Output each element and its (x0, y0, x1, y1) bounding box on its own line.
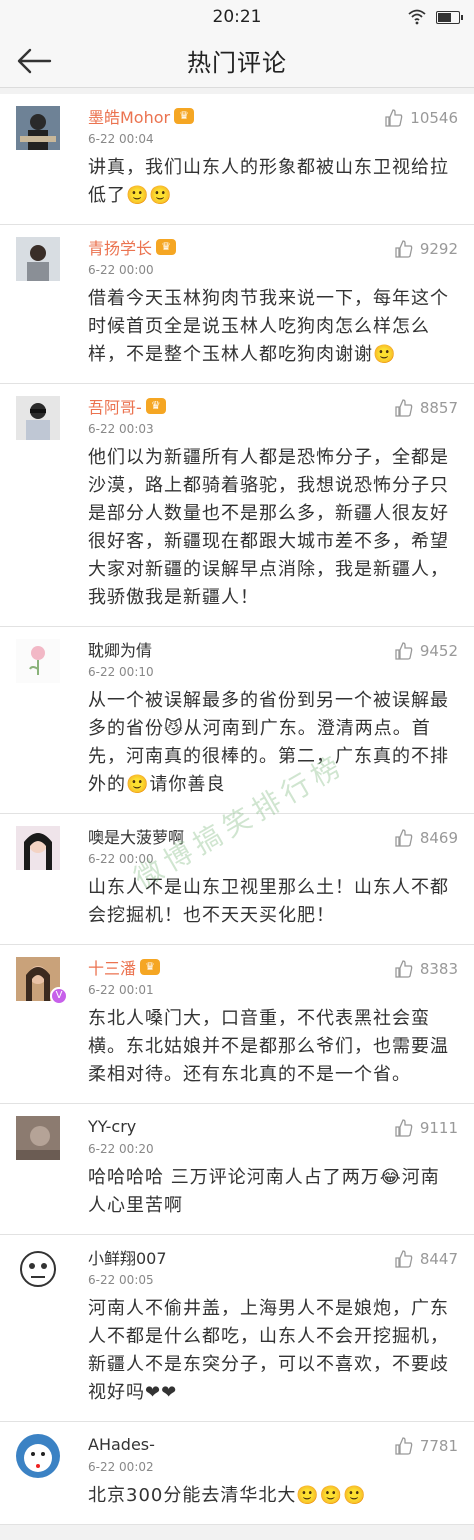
thumbs-up-icon (395, 399, 413, 417)
user-name[interactable]: AHades- (88, 1435, 155, 1454)
comment-item: 吾阿哥- ♛ 8857 6-22 00:03 他们以为新疆所有人都是恐怖分子，全都… (0, 384, 474, 627)
like-button[interactable]: 8447 (394, 1249, 458, 1269)
user-name[interactable]: 噢是大菠萝啊 (88, 824, 184, 848)
like-count: 8857 (419, 399, 458, 417)
like-count: 8469 (419, 829, 458, 847)
comment-text: 山东人不是山东卫视里那么土！山东人不都会挖掘机！也不天天买化肥！ (88, 877, 449, 926)
user-name[interactable]: YY-cry (88, 1117, 136, 1136)
thumbs-up-icon (395, 642, 413, 660)
battery-level (438, 12, 452, 22)
avatar[interactable] (16, 106, 60, 150)
comment-time: 6-22 00:00 (88, 852, 154, 866)
avatar[interactable] (16, 396, 60, 440)
avatar[interactable] (16, 1434, 60, 1478)
comment-text: 北京300分能去清华北大🙂🙂🙂 (88, 1485, 367, 1506)
like-count: 10546 (410, 109, 458, 127)
comment-time: 6-22 00:20 (88, 1142, 154, 1156)
like-count: 9111 (419, 1119, 458, 1137)
status-icons (408, 9, 463, 25)
user-name[interactable]: 墨皓Mohor (88, 104, 170, 128)
avatar[interactable] (16, 1247, 60, 1291)
comment-text: 哈哈哈哈 三万评论河南人占了两万😂河南人心里苦啊 (88, 1167, 440, 1216)
back-arrow-icon[interactable] (14, 44, 54, 78)
like-button[interactable]: 8857 (394, 398, 458, 418)
like-count: 8383 (419, 960, 458, 978)
comment-time: 6-22 00:00 (88, 263, 154, 277)
thumbs-up-icon (395, 1437, 413, 1455)
page-title: 热门评论 (187, 49, 287, 77)
comment-time: 6-22 00:05 (88, 1273, 154, 1287)
like-button[interactable]: 8469 (394, 828, 458, 848)
wifi-icon (408, 9, 426, 25)
comment-item: V 十三潘 ♛ 8383 6-22 00:01 东北人嗓门大，口音重，不代表黑社会… (0, 945, 474, 1104)
user-name[interactable]: 小鲜翔007 (88, 1245, 167, 1269)
thumbs-up-icon (395, 960, 413, 978)
thumbs-up-icon (395, 1250, 413, 1268)
like-count: 9452 (419, 642, 458, 660)
comment-text: 借着今天玉林狗肉节我来说一下，每年这个时候首页全是说玉林人吃狗肉怎么样怎么样，不… (88, 288, 449, 365)
avatar[interactable] (16, 639, 60, 683)
comment-time: 6-22 00:02 (88, 1460, 154, 1474)
vip-badge-icon: V (50, 987, 68, 1005)
comment-text: 东北人嗓门大，口音重，不代表黑社会蛮横。东北姑娘并不是都那么爷们，也需要温柔相对… (88, 1008, 449, 1085)
vip-crown-icon: ♛ (140, 959, 161, 975)
thumbs-up-icon (395, 1119, 413, 1137)
thumbs-up-icon (385, 109, 403, 127)
comment-text: 讲真，我们山东人的形象都被山东卫视给拉低了🙂🙂 (88, 157, 449, 206)
thumbs-up-icon (395, 240, 413, 258)
vip-crown-icon: ♛ (156, 239, 177, 255)
comment-item: 青扬学长 ♛ 9292 6-22 00:00 借着今天玉林狗肉节我来说一下，每年这… (0, 225, 474, 384)
avatar[interactable] (16, 826, 60, 870)
comment-time: 6-22 00:01 (88, 983, 154, 997)
comment-item: YY-cry 9111 6-22 00:20 哈哈哈哈 三万评论河南人占了两万😂… (0, 1104, 474, 1235)
comment-item: 墨皓Mohor ♛ 10546 6-22 00:04 讲真，我们山东人的形象都被山… (0, 94, 474, 225)
nav-bar: 热门评论 (0, 34, 474, 88)
comment-item: 小鲜翔007 8447 6-22 00:05 河南人不偷井盖，上海男人不是娘炮，… (0, 1235, 474, 1422)
comment-time: 6-22 00:10 (88, 665, 154, 679)
user-name[interactable]: 耽卿为倩 (88, 637, 152, 661)
vip-crown-icon: ♛ (145, 398, 166, 414)
like-button[interactable]: 9292 (394, 239, 458, 259)
like-button[interactable]: 8383 (394, 959, 458, 979)
comment-text: 从一个被误解最多的省份到另一个被误解最多的省份😼从河南到广东。澄清两点。首先，河… (88, 690, 449, 795)
comment-time: 6-22 00:03 (88, 422, 154, 436)
comment-item: AHades- 7781 6-22 00:02 北京300分能去清华北大🙂🙂🙂 (0, 1422, 474, 1525)
like-count: 9292 (419, 240, 458, 258)
like-button[interactable]: 9452 (394, 641, 458, 661)
comment-text: 河南人不偷井盖，上海男人不是娘炮，广东人不都是什么都吃，山东人不会开挖掘机，新疆… (88, 1298, 449, 1403)
like-button[interactable]: 10546 (384, 108, 458, 128)
avatar[interactable] (16, 1116, 60, 1160)
user-name[interactable]: 十三潘 (88, 955, 136, 979)
vip-crown-icon: ♛ (174, 108, 195, 124)
status-bar: 20:21 (0, 0, 474, 34)
avatar[interactable] (16, 237, 60, 281)
like-button[interactable]: 7781 (394, 1436, 458, 1456)
comment-item: 噢是大菠萝啊 8469 6-22 00:00 山东人不是山东卫视里那么土！山东人… (0, 814, 474, 945)
comment-text: 他们以为新疆所有人都是恐怖分子，全都是沙漠，路上都骑着骆驼，我想说恐怖分子只是部… (88, 447, 449, 608)
user-name[interactable]: 青扬学长 (88, 235, 152, 259)
comment-item: 耽卿为倩 9452 6-22 00:10 从一个被误解最多的省份到另一个被误解最… (0, 627, 474, 814)
like-button[interactable]: 9111 (394, 1118, 458, 1138)
battery-icon (436, 10, 463, 24)
comment-time: 6-22 00:04 (88, 132, 154, 146)
like-count: 8447 (419, 1250, 458, 1268)
status-time: 20:21 (212, 7, 262, 27)
like-count: 7781 (419, 1437, 458, 1455)
thumbs-up-icon (395, 829, 413, 847)
comment-list: 墨皓Mohor ♛ 10546 6-22 00:04 讲真，我们山东人的形象都被山… (0, 94, 474, 1525)
user-name[interactable]: 吾阿哥- (88, 394, 142, 418)
